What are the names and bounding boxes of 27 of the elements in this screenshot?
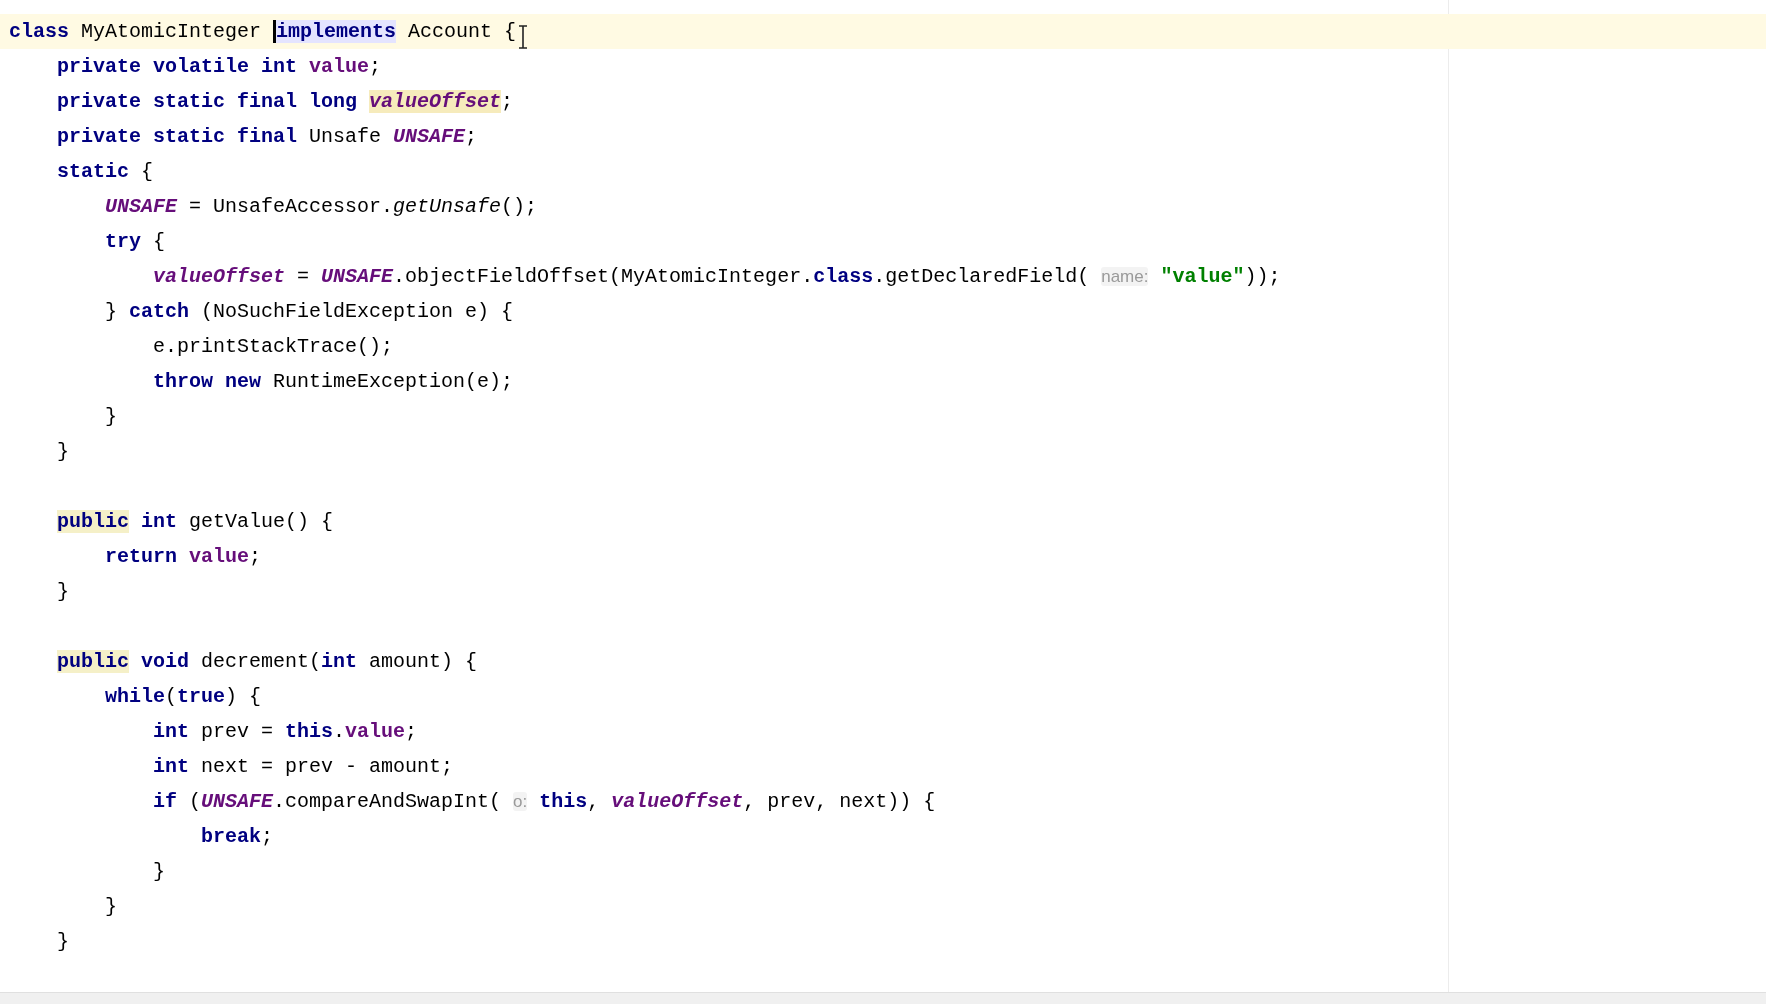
code-line: throw new RuntimeException(e); [153,368,514,395]
code-line: int prev = this.value; [153,718,418,745]
code-line: break; [201,823,274,850]
code-line: while(true) { [105,683,262,710]
code-line: } [57,438,69,465]
code-line: private static final long valueOffset; [57,88,514,115]
code-line: } catch (NoSuchFieldException e) { [105,298,514,325]
code-line: return value; [105,543,262,570]
code-line: if (UNSAFE.compareAndSwapInt( o: this, valueOffset, prev, next)) { [153,788,936,815]
code-line: private volatile int value; [57,53,382,80]
code-line: int next = prev - amount; [153,753,454,780]
code-line: UNSAFE = UnsafeAccessor.getUnsafe(); [105,193,538,220]
code-line: try { [105,228,166,255]
code-line: e.printStackTrace(); [153,333,394,360]
code-line: private static final Unsafe UNSAFE; [57,123,478,150]
code-line: static { [57,158,154,185]
code-editor[interactable] [0,0,1766,992]
code-line: valueOffset = UNSAFE.objectFieldOffset(MyAtomicInteger.class.getDeclaredField( name: "value")); [153,263,1281,290]
code-line: } [105,403,117,430]
text-cursor-icon [518,24,529,49]
code-line: } [57,578,69,605]
code-line: public void decrement(int amount) { [57,648,478,675]
code-line: class MyAtomicInteger implements Account { [9,18,517,45]
code-line: } [57,928,69,955]
code-line: } [105,893,117,920]
code-line: } [153,858,165,885]
code-line: public int getValue() { [57,508,334,535]
